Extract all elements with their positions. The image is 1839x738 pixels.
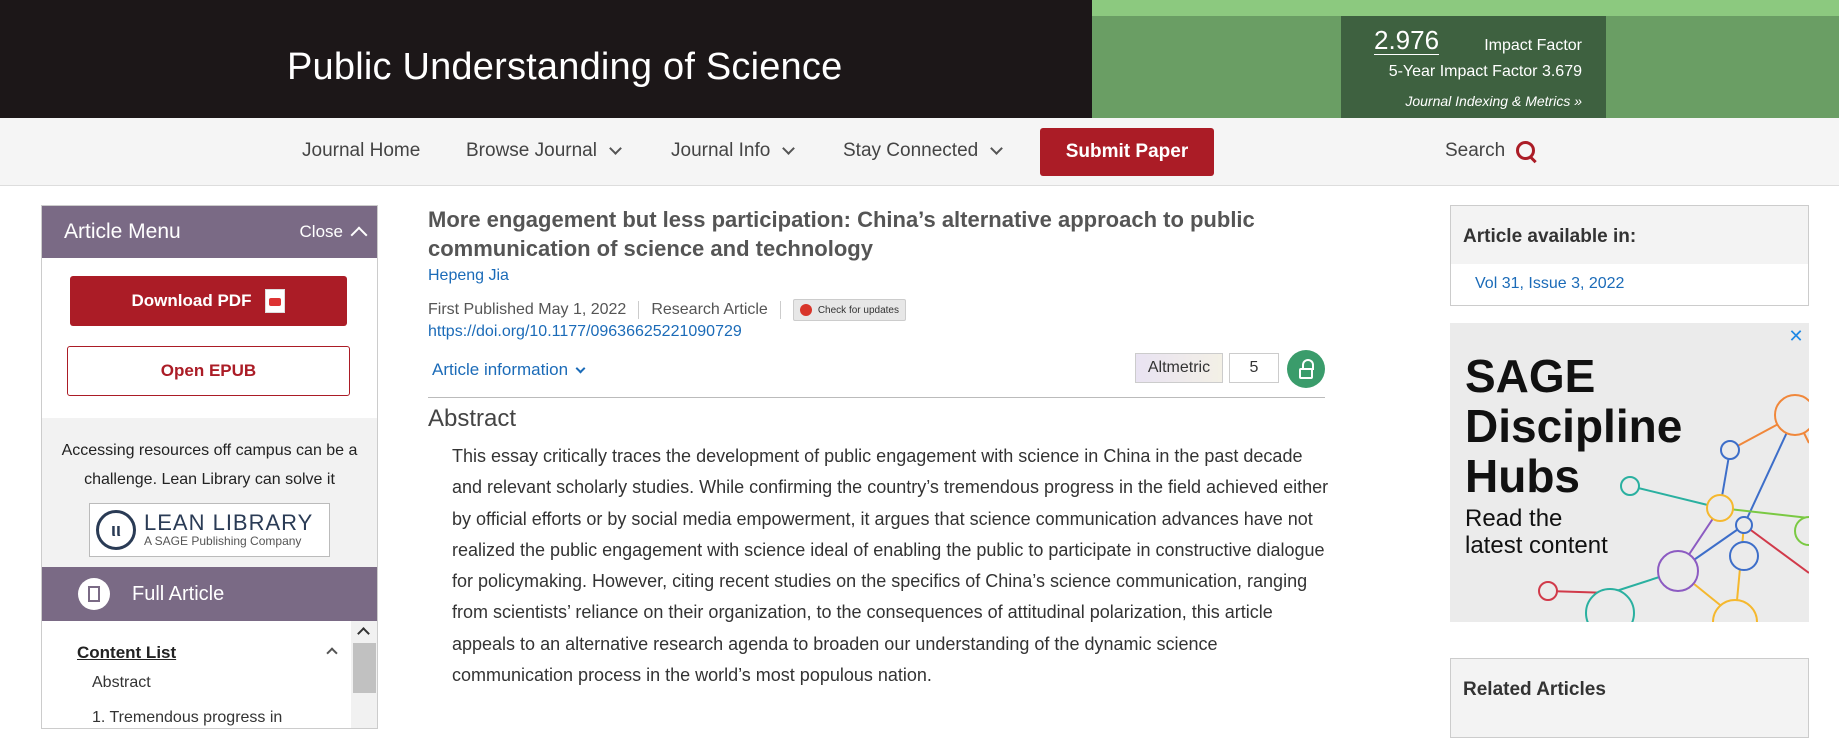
scroll-up-icon[interactable] xyxy=(357,627,370,640)
document-icon xyxy=(78,578,110,610)
chevron-up-icon xyxy=(350,226,368,244)
close-menu-button[interactable]: Close xyxy=(299,222,368,244)
submit-paper-button[interactable]: Submit Paper xyxy=(1040,128,1214,176)
search-icon xyxy=(1515,140,1537,162)
close-label: Close xyxy=(299,222,343,241)
section-divider xyxy=(428,397,1325,398)
ad-heading-line: Hubs xyxy=(1465,450,1580,502)
pdf-icon xyxy=(265,289,286,313)
lean-library-icon: ιι xyxy=(96,510,136,550)
ad-heading-line: Discipline xyxy=(1465,400,1683,452)
ad-sub-line: Read the xyxy=(1465,505,1563,532)
altmetric-score: 5 xyxy=(1229,353,1279,383)
article-title: More engagement but less participation: … xyxy=(428,207,1255,261)
chevron-down-icon xyxy=(782,142,796,155)
nav-journal-home[interactable]: Journal Home xyxy=(302,140,420,162)
ad-sub-line: latest content xyxy=(1465,532,1608,559)
article-information-label: Article information xyxy=(432,360,569,379)
nav-label: Journal Home xyxy=(302,140,421,161)
lean-library-logo[interactable]: ιι LEAN LIBRARY A SAGE Publishing Compan… xyxy=(89,503,330,557)
meta-divider xyxy=(638,301,640,319)
altmetric-logo: Altmetric xyxy=(1135,353,1223,383)
journal-title[interactable]: Public Understanding of Science xyxy=(287,46,842,89)
nav-stay-connected[interactable]: Stay Connected xyxy=(843,140,1004,162)
content-list-item[interactable]: 1. Tremendous progress in xyxy=(92,709,282,727)
article-type: Research Article xyxy=(651,301,768,318)
open-epub-button[interactable]: Open EPUB xyxy=(67,346,350,396)
chevron-down-icon xyxy=(575,363,586,373)
search-button[interactable]: Search xyxy=(1445,140,1537,162)
meta-divider xyxy=(779,301,781,319)
download-pdf-button[interactable]: Download PDF xyxy=(70,276,347,326)
article-availability: Article available in: Vol 31, Issue 3, 2… xyxy=(1450,205,1809,306)
article-menu: Article Menu Close Download PDF Open EPU… xyxy=(41,205,378,729)
article-menu-header: Article Menu Close xyxy=(42,206,377,258)
first-published: First Published May 1, 2022 xyxy=(428,301,627,318)
availability-heading: Article available in: xyxy=(1451,206,1808,264)
download-area: Download PDF Open EPUB xyxy=(42,258,377,418)
full-article-label: Full Article xyxy=(132,582,225,605)
journal-metrics-link[interactable]: Journal Indexing & Metrics » xyxy=(1405,93,1582,109)
five-year-impact-factor: 5-Year Impact Factor 3.679 xyxy=(1388,63,1582,80)
abstract-text: This essay critically traces the develop… xyxy=(452,446,1329,686)
author-link[interactable]: Hepeng Jia xyxy=(428,267,509,285)
lean-library-logo-sub: A SAGE Publishing Company xyxy=(144,534,302,548)
issue-link[interactable]: Vol 31, Issue 3, 2022 xyxy=(1451,264,1808,304)
lock-icon xyxy=(1299,358,1314,379)
nav-label: Browse Journal xyxy=(466,140,597,161)
ad-heading: SAGE Discipline Hubs xyxy=(1465,351,1682,501)
main-nav: Journal Home Browse Journal Journal Info… xyxy=(0,118,1839,186)
open-access-icon xyxy=(1287,350,1325,388)
content-list: Content List Abstract 1. Tremendous prog… xyxy=(42,621,377,728)
journal-metrics: 2.976 Impact Factor 5-Year Impact Factor… xyxy=(1341,16,1606,118)
doi-link[interactable]: https://doi.org/10.1177/0963662522109072… xyxy=(428,323,742,341)
metrics-band-top xyxy=(1092,0,1839,16)
download-pdf-label: Download PDF xyxy=(131,291,252,310)
related-articles: Related Articles xyxy=(1450,658,1809,738)
ad-close-icon[interactable]: ✕ xyxy=(1787,327,1805,345)
article-information-toggle[interactable]: Article information xyxy=(432,360,586,380)
ad-heading-line: SAGE xyxy=(1465,350,1596,402)
check-updates-label: Check for updates xyxy=(817,304,899,316)
search-label: Search xyxy=(1445,140,1506,161)
content-list-item[interactable]: Abstract xyxy=(92,674,151,692)
nav-label: Journal Info xyxy=(671,140,771,161)
article-meta: First Published May 1, 2022 Research Art… xyxy=(428,299,906,321)
scroll-thumb[interactable] xyxy=(353,643,376,693)
lean-library-logo-main: LEAN LIBRARY xyxy=(144,510,314,535)
impact-factor-label: Impact Factor xyxy=(1484,37,1582,54)
impact-factor-value: 2.976 xyxy=(1374,25,1440,55)
related-articles-heading: Related Articles xyxy=(1463,679,1606,700)
nav-browse-journal[interactable]: Browse Journal xyxy=(466,140,622,162)
crossmark-icon xyxy=(799,304,812,316)
content-list-scrollbar[interactable] xyxy=(351,621,377,728)
abstract-heading: Abstract xyxy=(428,405,517,432)
chevron-down-icon xyxy=(990,142,1004,155)
nav-journal-info[interactable]: Journal Info xyxy=(671,140,796,162)
ad-subheading: Read the latest content xyxy=(1465,505,1608,559)
check-for-updates-button[interactable]: Check for updates xyxy=(792,299,906,321)
sage-discipline-hubs-ad[interactable]: ✕ SAGE Discipline Hubs Read the latest c… xyxy=(1450,323,1809,622)
altmetric-badge[interactable]: Altmetric 5 xyxy=(1135,352,1279,384)
chevron-down-icon xyxy=(609,142,622,155)
nav-label: Stay Connected xyxy=(843,140,979,161)
content-list-title[interactable]: Content List xyxy=(77,643,176,663)
full-article-link[interactable]: Full Article xyxy=(42,567,377,621)
chevron-up-icon[interactable] xyxy=(326,647,338,659)
article-menu-title: Article Menu xyxy=(64,220,181,243)
